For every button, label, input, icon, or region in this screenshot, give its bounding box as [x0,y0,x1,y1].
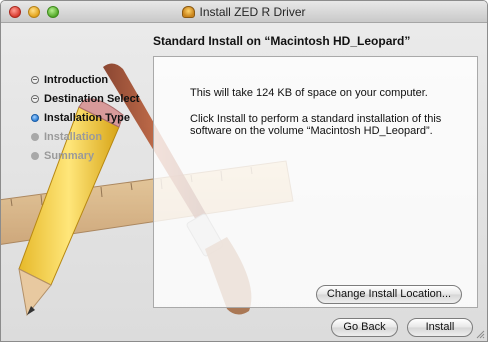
step-destination-select: Destination Select [31,89,139,108]
page-heading: Standard Install on “Macintosh HD_Leopar… [153,34,411,48]
step-label: Summary [44,149,95,162]
installer-steps: Introduction Destination Select Installa… [31,70,139,165]
step-label: Introduction [44,73,109,86]
window-title: Install ZED R Driver [199,5,306,19]
window-title-container: Install ZED R Driver [1,5,487,19]
install-button[interactable]: Install [407,318,473,337]
step-label: Installation Type [44,111,130,124]
step-done-icon [31,75,39,84]
resize-grip-icon[interactable] [475,329,485,339]
step-introduction: Introduction [31,70,139,89]
step-installation: Installation [31,127,139,146]
step-pending-icon [31,151,39,160]
content-panel: This will take 124 KB of space on your c… [153,56,478,308]
step-current-icon [31,113,39,122]
title-bar[interactable]: Install ZED R Driver [1,1,487,23]
step-done-icon [31,94,39,103]
step-label: Destination Select [44,92,140,105]
installer-package-icon [182,6,196,18]
installer-window: Install ZED R Driver Standard Install on… [0,0,488,342]
go-back-button[interactable]: Go Back [331,318,398,337]
step-installation-type: Installation Type [31,108,139,127]
install-instructions-text: Click Install to perform a standard inst… [190,113,442,137]
space-required-text: This will take 124 KB of space on your c… [190,87,428,99]
step-summary: Summary [31,146,139,165]
change-install-location-button[interactable]: Change Install Location... [316,285,462,304]
step-label: Installation [44,130,103,143]
step-pending-icon [31,132,39,141]
